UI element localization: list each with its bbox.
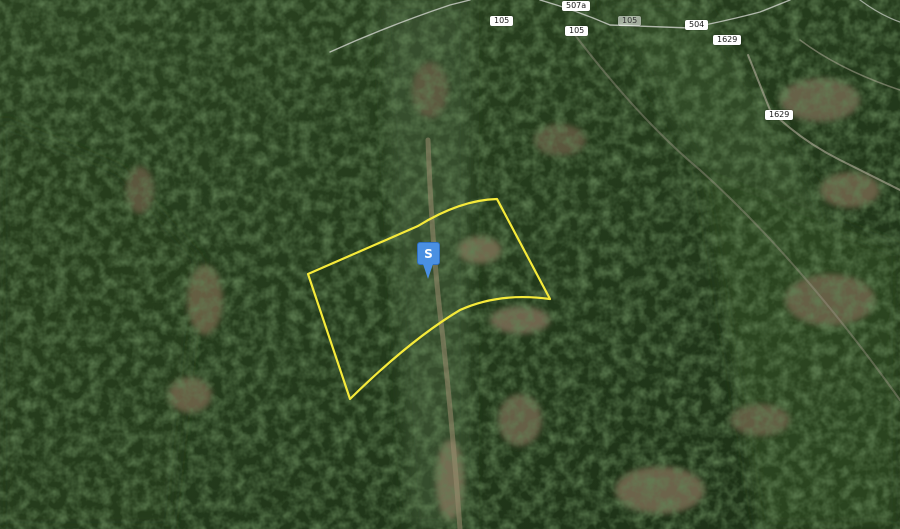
pin-body: S [417, 242, 440, 265]
satellite-terrain [0, 0, 900, 529]
road-label-1629-lower: 1629 [765, 110, 794, 120]
road-label-105-center: 105 [565, 26, 589, 36]
road-label-504: 504 [685, 20, 709, 30]
road-label-1629-top: 1629 [713, 35, 742, 45]
road-label-507a: 507a [562, 1, 591, 11]
satellite-map[interactable]: 507a 105 105 105 504 1629 1629 S [0, 0, 900, 529]
pin-letter: S [424, 246, 433, 261]
canopy-texture [0, 0, 900, 529]
road-label-105-left: 105 [490, 16, 514, 26]
road-label-105-faded: 105 [618, 16, 642, 26]
property-pin-icon[interactable]: S [417, 242, 440, 280]
pin-tail [423, 264, 433, 279]
